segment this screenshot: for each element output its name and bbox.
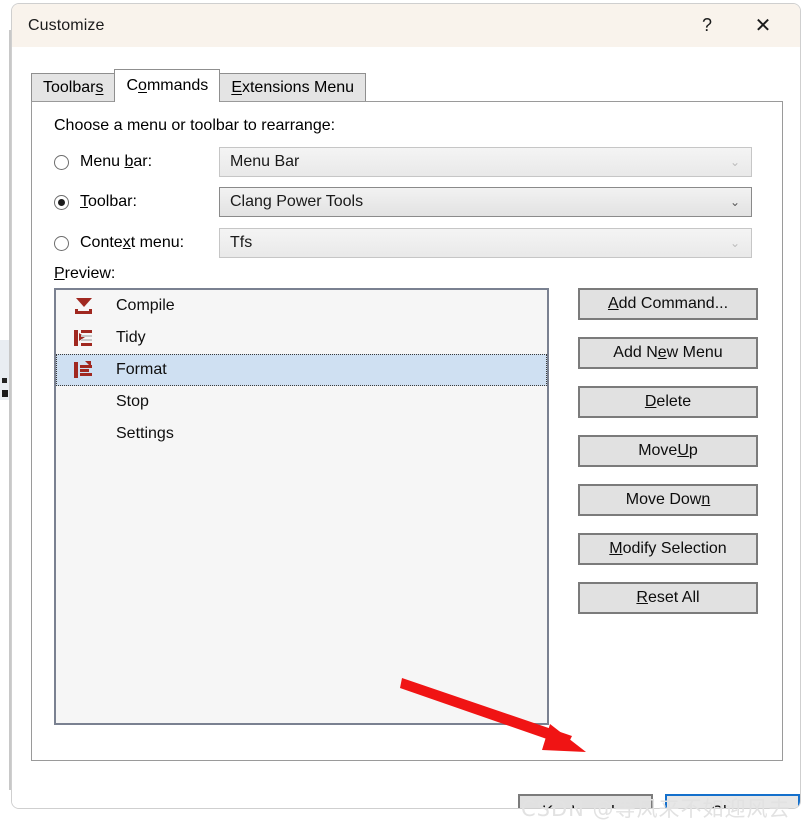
radio-context-menu-label: Context menu: (80, 234, 184, 252)
label-accel: e (657, 344, 667, 361)
chevron-down-icon: ⌄ (729, 195, 740, 209)
label-accel: A (607, 295, 619, 312)
toolbar-dropdown[interactable]: Clang Power Tools ⌄ (219, 187, 752, 217)
label-pre: Menu (80, 153, 125, 170)
radio-toolbar-label: Toolbar: (80, 193, 137, 211)
label-accel: M (609, 540, 623, 557)
tab-accel: o (138, 77, 147, 94)
label-accel: P (54, 265, 65, 282)
watermark: CSDN @等风来不如迎风去 (521, 797, 791, 821)
list-item-label: Format (116, 361, 167, 378)
label-post: eset All (647, 589, 700, 606)
chevron-down-icon: ⌄ (729, 155, 740, 169)
list-item-label: Stop (116, 393, 149, 410)
list-item[interactable]: Format (56, 354, 547, 386)
commands-panel: Choose a menu or toolbar to rearrange: M… (31, 101, 783, 761)
list-item[interactable]: Tidy (56, 322, 547, 354)
tab-extensions-menu[interactable]: Extensions Menu (219, 73, 367, 102)
context-menu-dropdown-value: Tfs (230, 234, 253, 251)
list-item-label: Compile (116, 297, 175, 314)
radio-row-toolbar[interactable]: Toolbar: (54, 190, 137, 214)
delete-button[interactable]: Delete (578, 386, 758, 418)
add-command-button[interactable]: Add Command... (578, 288, 758, 320)
dialog-title: Customize (28, 16, 105, 34)
menu-bar-dropdown-value: Menu Bar (230, 153, 300, 170)
label-post: elete (656, 393, 692, 410)
toolbar-dropdown-value: Clang Power Tools (230, 193, 364, 210)
label-accel: n (701, 491, 711, 508)
list-item[interactable]: Compile (56, 290, 547, 322)
no-icon (66, 422, 100, 446)
radio-menu-bar-label: Menu bar: (80, 153, 152, 171)
desktop-background (0, 0, 8, 825)
chevron-down-icon: ⌄ (729, 236, 740, 250)
label-post: t menu: (130, 234, 185, 251)
preview-list[interactable]: Compile Tidy Format Stop Settings (54, 288, 549, 725)
tab-label: C (126, 77, 139, 94)
tidy-icon (66, 326, 100, 350)
label-post: p (688, 442, 698, 459)
tab-label: Toolbar (43, 79, 96, 96)
radio-row-menu-bar[interactable]: Menu bar: (54, 150, 152, 174)
background-glyph-artifact (2, 378, 7, 383)
label-pre: Add N (613, 344, 658, 361)
reset-all-button[interactable]: Reset All (578, 582, 758, 614)
label-post: w Menu (666, 344, 723, 361)
tab-commands[interactable]: Co mmands (114, 69, 221, 102)
label-post: review: (64, 265, 116, 282)
label-accel: D (644, 393, 657, 410)
label-pre: Conte (80, 234, 123, 251)
customize-dialog: Customize ? ✕ Toolbar s Co mmands Extensio… (11, 3, 801, 809)
radio-context-menu[interactable] (54, 235, 69, 251)
tab-accel: s (95, 79, 104, 96)
help-icon[interactable]: ? (684, 4, 730, 47)
list-item-label: Tidy (116, 329, 146, 346)
radio-toolbar[interactable] (54, 194, 69, 210)
move-down-button[interactable]: Move Dow n (578, 484, 758, 516)
label-post: dd Command... (618, 295, 729, 312)
tab-strip: Toolbar s Co mmands Extensions Menu (31, 69, 367, 102)
compile-icon (66, 294, 100, 318)
move-up-button[interactable]: Move Up (578, 435, 758, 467)
radio-row-context-menu[interactable]: Context menu: (54, 231, 184, 255)
dialog-titlebar: Customize ? ✕ (12, 4, 800, 47)
context-menu-dropdown[interactable]: Tfs ⌄ (219, 228, 752, 258)
tab-toolbars[interactable]: Toolbar s (31, 73, 116, 102)
label-pre: Move (638, 442, 678, 459)
add-new-menu-button[interactable]: Add New Menu (578, 337, 758, 369)
label-accel: T (80, 193, 88, 210)
menu-bar-dropdown[interactable]: Menu Bar ⌄ (219, 147, 752, 177)
background-glyph-artifact (2, 390, 8, 397)
list-item-label: Settings (116, 425, 174, 442)
modify-selection-button[interactable]: Modify Selection (578, 533, 758, 565)
preview-label: Preview: (54, 265, 115, 283)
tab-accel: E (231, 79, 242, 96)
format-icon (66, 358, 100, 382)
label-accel: U (677, 442, 689, 459)
label-accel: x (122, 234, 131, 251)
label-post: odify Selection (622, 540, 727, 557)
radio-menu-bar[interactable] (54, 154, 69, 170)
tab-label-post: mmands (146, 77, 209, 94)
close-icon[interactable]: ✕ (740, 4, 786, 47)
choose-instruction-label: Choose a menu or toolbar to rearrange: (54, 117, 336, 134)
label-post: oolbar: (88, 193, 137, 210)
label-post: ar: (133, 153, 153, 170)
list-item[interactable]: Settings (56, 418, 547, 450)
dialog-body: Toolbar s Co mmands Extensions Menu Choose… (12, 47, 800, 808)
tab-label-post: xtensions Menu (241, 79, 355, 96)
label-pre: Move Dow (625, 491, 702, 508)
list-item[interactable]: Stop (56, 386, 547, 418)
no-icon (66, 390, 100, 414)
label-accel: R (636, 589, 648, 606)
